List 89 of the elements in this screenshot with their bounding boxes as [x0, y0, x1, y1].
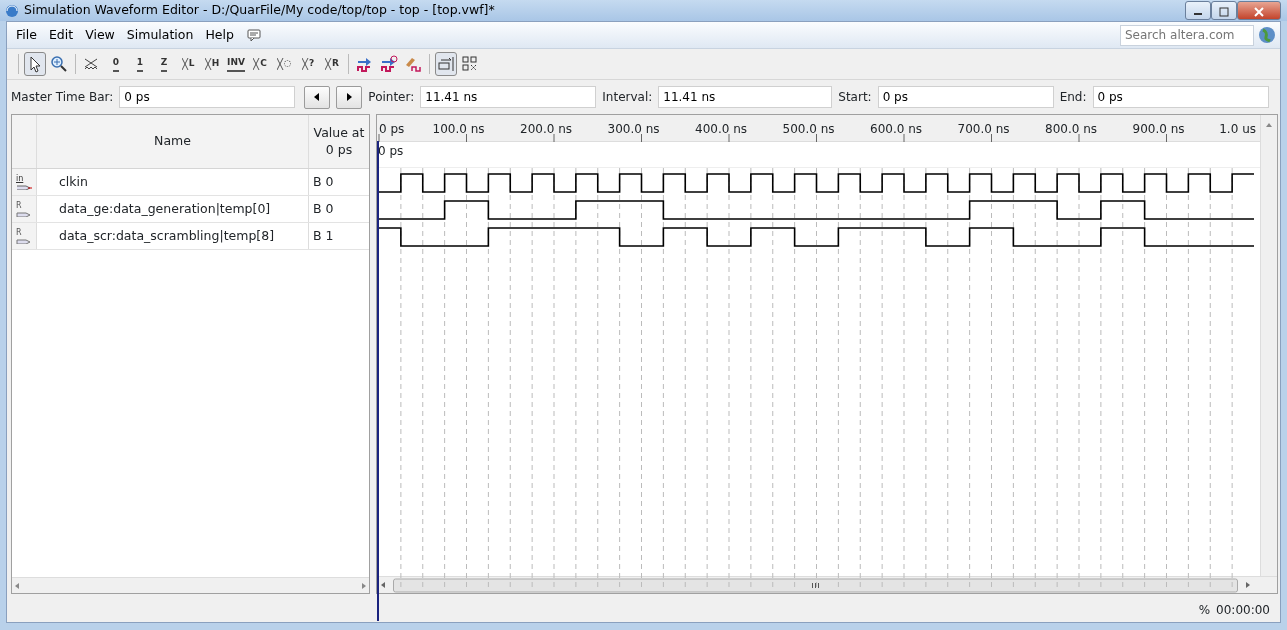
time-label: 700.0 ns: [957, 121, 1010, 138]
time-label: 400.0 ns: [695, 121, 748, 138]
time-field[interactable]: 11.41 ns: [658, 86, 833, 108]
menu-item[interactable]: Edit: [42, 23, 80, 47]
time-label: 900.0 ns: [1132, 121, 1185, 138]
bus-value-button[interactable]: ?: [297, 52, 319, 76]
bus-cross-icon: [276, 56, 284, 72]
close-button[interactable]: [1237, 1, 1281, 20]
time-label: 300.0 ns: [607, 121, 660, 138]
time-label: 600.0 ns: [870, 121, 923, 138]
signal-value: B 0: [313, 172, 334, 191]
elapsed-time: 00:00:00: [1216, 602, 1270, 619]
left-arrow-icon: [314, 92, 321, 101]
menu-item[interactable]: File: [10, 23, 43, 47]
time-label: 0 ps: [379, 121, 405, 138]
bus-cross-icon: [204, 56, 212, 72]
right-arrow-icon[interactable]: [362, 582, 366, 589]
app-icon: [4, 2, 20, 19]
time-label: 800.0 ns: [1045, 121, 1098, 138]
bus-value-button[interactable]: ◌: [273, 52, 295, 76]
field-label: Master Time Bar:: [11, 89, 114, 106]
zoom-icon: [50, 55, 68, 73]
bus-value-button[interactable]: H: [201, 52, 223, 76]
waveform-clock-icon: [380, 55, 398, 73]
bus-cross-icon: [181, 56, 189, 72]
signal-value: B 1: [313, 226, 334, 245]
grid-icon: [461, 55, 479, 73]
vertical-scrollbar[interactable]: [1260, 115, 1277, 576]
button-glyph: ?: [308, 57, 315, 71]
column-header: Value at 0 ps: [313, 125, 365, 158]
next-button[interactable]: [336, 85, 363, 109]
globe-icon[interactable]: [1258, 26, 1276, 44]
time-field[interactable]: 11.41 ns: [420, 86, 597, 108]
time-label: 1.0 us: [1219, 121, 1256, 138]
bus-value-button[interactable]: R: [321, 52, 343, 76]
right-arrow-icon: [346, 92, 353, 101]
maximize-button[interactable]: [1211, 1, 1237, 20]
signal-name[interactable]: data_scr:data_scrambling|temp[8]: [59, 226, 275, 246]
toolbar-button[interactable]: [24, 52, 46, 76]
previous-button[interactable]: [304, 85, 331, 109]
signal-value: B 0: [313, 199, 334, 218]
level-value-button[interactable]: 0: [105, 52, 127, 76]
left-arrow-icon[interactable]: [15, 582, 19, 589]
button-glyph: H: [211, 57, 220, 71]
button-glyph: R: [332, 57, 339, 71]
button-glyph: 0: [112, 56, 120, 72]
field-label: End:: [1059, 89, 1087, 106]
maximize-icon: [1219, 6, 1229, 17]
menu-item[interactable]: View: [79, 23, 121, 47]
horizontal-scrollbar[interactable]: [12, 577, 369, 593]
close-icon: [1254, 6, 1264, 17]
time-field[interactable]: 0 ps: [877, 86, 1054, 108]
button-glyph: Z: [160, 56, 168, 72]
time-field[interactable]: 0 ps: [119, 86, 296, 108]
button-glyph: ◌: [283, 57, 292, 71]
bus-value-button[interactable]: L: [177, 52, 199, 76]
time-cursor[interactable]: [377, 141, 380, 621]
field-label: Pointer:: [368, 89, 415, 106]
button-glyph: 1: [136, 56, 144, 72]
right-arrow-icon[interactable]: [1246, 582, 1250, 588]
level-value-button[interactable]: 1: [129, 52, 151, 76]
time-field[interactable]: 0 ps: [1092, 86, 1269, 108]
column-header: Name: [154, 132, 191, 151]
cursor-label: 0 ps: [378, 143, 404, 160]
field-label: Start:: [838, 89, 872, 106]
search-field[interactable]: Search altera.com: [1120, 24, 1254, 46]
time-label: 100.0 ns: [432, 121, 485, 138]
pencil-wave-icon: [404, 55, 422, 73]
minimize-button[interactable]: [1185, 1, 1211, 20]
snap-grid-icon: [437, 55, 455, 73]
comment-icon[interactable]: [245, 28, 262, 42]
bus-value-button[interactable]: C: [249, 52, 271, 76]
window-title: Simulation Waveform Editor - D:/QuarFile/My code/top/top - top - [top.vwf]*: [24, 1, 495, 20]
signal-name[interactable]: data_ge:data_generation|temp[0]: [59, 199, 271, 219]
bus-cross-icon: [325, 56, 333, 72]
time-label: 500.0 ns: [782, 121, 835, 138]
level-value-button[interactable]: Z: [153, 52, 175, 76]
signal-name[interactable]: clkin: [59, 172, 88, 192]
up-arrow-icon[interactable]: [1266, 122, 1272, 127]
left-arrow-icon[interactable]: [381, 582, 385, 588]
bus-cross-icon: [253, 56, 261, 72]
time-label: 200.0 ns: [520, 121, 573, 138]
menu-item[interactable]: Simulation: [120, 23, 200, 47]
field-label: Interval:: [602, 89, 653, 106]
bus-cross-icon: [301, 56, 309, 72]
button-glyph: C: [260, 57, 267, 71]
progress-percent: %: [1198, 602, 1211, 619]
button-glyph: L: [188, 57, 195, 71]
menu-item[interactable]: Help: [199, 23, 240, 47]
